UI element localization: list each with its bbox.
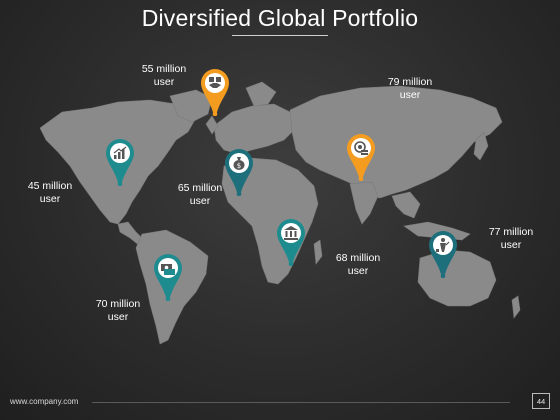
marker-oceania[interactable] [428,230,458,278]
india-land [349,181,379,225]
label-south-america-text: 70 million user [95,298,141,323]
coin-gear-icon [353,140,369,156]
handshake-icon [207,75,223,91]
label-africa-west: 65 million user [160,182,240,207]
label-europe: 55 million user [124,63,204,88]
marker-europe[interactable] [200,68,230,116]
label-south-america: 70 million user [78,298,158,323]
label-africa-south-text: 68 million user [335,252,381,277]
money-bag-icon: $ [231,155,247,171]
cash-icon [160,260,176,276]
title-underline [232,35,328,36]
label-north-america-text: 45 million user [27,180,73,205]
chart-icon [112,145,128,161]
new-zealand-land [511,295,521,319]
asia-land [289,85,503,199]
label-africa-west-text: 65 million user [177,182,223,207]
marker-south-america[interactable] [153,253,183,301]
scandinavia-land [245,81,277,107]
marker-north-america[interactable] [105,138,135,186]
svg-text:$: $ [237,162,241,170]
marker-africa-south[interactable] [276,218,306,266]
bank-icon [283,225,299,241]
page-number: 44 [532,393,550,409]
footer-divider [92,402,510,403]
label-europe-text: 55 million user [141,63,187,88]
investor-icon [435,237,451,253]
label-oceania: 77 million user [471,226,551,251]
label-asia: 79 million user [370,76,450,101]
southeast-asia-land [391,191,421,219]
slide: Diversified Global Portfolio $ 45 millio… [0,0,560,420]
label-asia-text: 79 million user [387,76,433,101]
label-africa-south: 68 million user [318,252,398,277]
label-north-america: 45 million user [10,180,90,205]
label-oceania-text: 77 million user [488,226,534,251]
page-title: Diversified Global Portfolio [141,5,419,31]
marker-asia[interactable] [346,133,376,181]
world-map [39,81,521,345]
footer-url[interactable]: www.company.com [10,397,78,406]
